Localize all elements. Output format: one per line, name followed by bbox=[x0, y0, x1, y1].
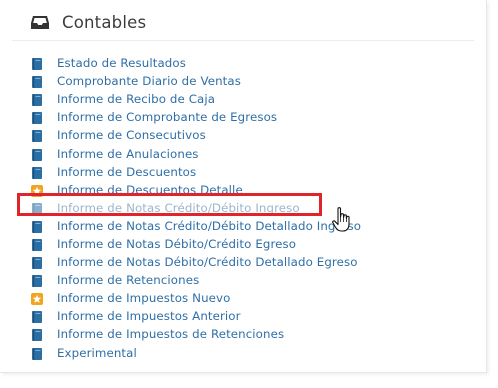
report-link-label[interactable]: Informe de Notas Crédito/Débito Detallad… bbox=[57, 219, 361, 233]
inbox-tray-icon bbox=[31, 16, 49, 29]
book-icon bbox=[30, 74, 44, 89]
book-icon bbox=[30, 128, 44, 143]
book-icon bbox=[30, 92, 44, 107]
book-icon bbox=[30, 165, 44, 179]
highlight-box bbox=[17, 193, 322, 216]
report-link-item[interactable]: Estado de Resultados bbox=[30, 54, 361, 72]
section-header: Contables bbox=[30, 10, 146, 34]
report-link-item[interactable]: Informe de Notas Crédito/Débito Detallad… bbox=[30, 217, 361, 235]
book-icon bbox=[30, 219, 44, 233]
report-link-item[interactable]: Comprobante Diario de Ventas bbox=[30, 72, 361, 90]
report-link-label[interactable]: Comprobante Diario de Ventas bbox=[57, 74, 241, 88]
report-link-item[interactable]: Informe de Comprobante de Egresos bbox=[30, 108, 361, 126]
report-link-label[interactable]: Informe de Recibo de Caja bbox=[57, 92, 215, 106]
book-icon bbox=[30, 273, 44, 288]
report-link-label[interactable]: Informe de Descuentos bbox=[57, 165, 196, 179]
report-link-item[interactable]: Informe de Descuentos bbox=[30, 163, 361, 181]
report-link-item[interactable]: Informe de Notas Débito/Crédito Detallad… bbox=[30, 253, 361, 271]
report-link-label[interactable]: Informe de Anulaciones bbox=[57, 147, 199, 161]
book-icon bbox=[30, 110, 44, 125]
book-icon bbox=[30, 309, 44, 324]
report-link-item[interactable]: Informe de Impuestos Nuevo bbox=[30, 289, 361, 307]
report-link-item[interactable]: Experimental bbox=[30, 344, 361, 362]
report-link-label[interactable]: Experimental bbox=[57, 346, 137, 360]
report-link-item[interactable]: Informe de Retenciones bbox=[30, 271, 361, 289]
report-link-label[interactable]: Informe de Impuestos Anterior bbox=[57, 309, 241, 323]
report-link-label[interactable]: Informe de Notas Débito/Crédito Detallad… bbox=[57, 255, 358, 269]
report-link-label[interactable]: Informe de Impuestos de Retenciones bbox=[57, 327, 284, 341]
contables-panel: Contables Estado de Resultados Comprobant… bbox=[0, 0, 487, 373]
report-link-item[interactable]: Informe de Notas Débito/Crédito Egreso bbox=[30, 235, 361, 253]
book-icon bbox=[30, 56, 44, 71]
book-icon bbox=[30, 327, 44, 342]
book-icon bbox=[30, 147, 44, 161]
section-title: Contables bbox=[62, 12, 147, 32]
header-divider bbox=[12, 40, 474, 41]
report-link-label[interactable]: Estado de Resultados bbox=[57, 56, 186, 70]
report-link-label[interactable]: Informe de Impuestos Nuevo bbox=[57, 291, 230, 305]
report-link-item[interactable]: Informe de Consecutivos bbox=[30, 126, 361, 144]
report-link-item[interactable]: Informe de Recibo de Caja bbox=[30, 90, 361, 108]
report-link-label[interactable]: Informe de Retenciones bbox=[57, 273, 199, 287]
report-link-item[interactable]: Informe de Impuestos de Retenciones bbox=[30, 325, 361, 343]
book-icon bbox=[30, 346, 44, 360]
star-new-icon bbox=[30, 291, 44, 306]
book-icon bbox=[30, 255, 44, 270]
report-link-item[interactable]: Informe de Anulaciones bbox=[30, 144, 361, 162]
report-link-label[interactable]: Informe de Consecutivos bbox=[57, 128, 206, 142]
report-link-label[interactable]: Informe de Comprobante de Egresos bbox=[57, 110, 277, 124]
report-link-label[interactable]: Informe de Notas Débito/Crédito Egreso bbox=[57, 237, 296, 251]
hand-pointer-cursor-icon bbox=[332, 207, 350, 232]
report-link-item[interactable]: Informe de Impuestos Anterior bbox=[30, 307, 361, 325]
book-icon bbox=[30, 237, 44, 251]
